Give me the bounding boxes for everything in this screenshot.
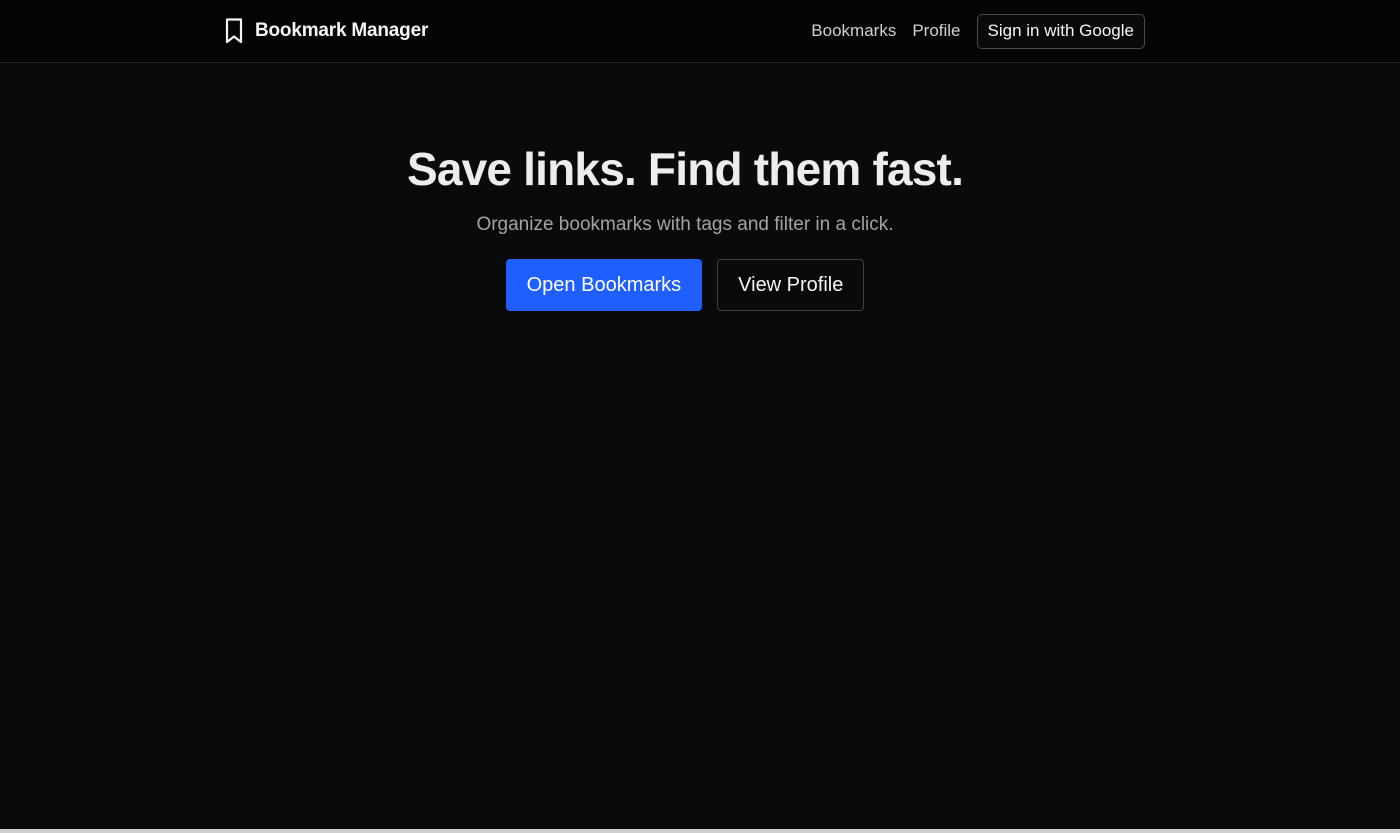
open-bookmarks-button[interactable]: Open Bookmarks	[505, 259, 703, 311]
hero-title: Save links. Find them fast.	[406, 143, 964, 195]
navbar-container: Bookmark Manager Bookmarks Profile Sign …	[222, 0, 1145, 62]
nav-link-profile[interactable]: Profile	[912, 21, 960, 41]
view-profile-button[interactable]: View Profile	[717, 259, 865, 311]
brand-name: Bookmark Manager	[255, 20, 429, 41]
sign-in-with-google-button[interactable]: Sign in with Google	[976, 13, 1145, 49]
hero-actions: Open Bookmarks View Profile	[0, 259, 1400, 311]
bookmark-icon	[225, 18, 243, 44]
page-bottom-edge	[0, 829, 1400, 833]
hero-section: Save links. Find them fast. Organize boo…	[0, 140, 1400, 311]
nav-link-bookmarks[interactable]: Bookmarks	[811, 21, 896, 41]
brand-link[interactable]: Bookmark Manager	[222, 17, 428, 45]
hero-subtitle: Organize bookmarks with tags and filter …	[476, 214, 894, 235]
main-nav: Bookmarks Profile Sign in with Google	[811, 13, 1145, 49]
top-navbar: Bookmark Manager Bookmarks Profile Sign …	[0, 0, 1400, 63]
